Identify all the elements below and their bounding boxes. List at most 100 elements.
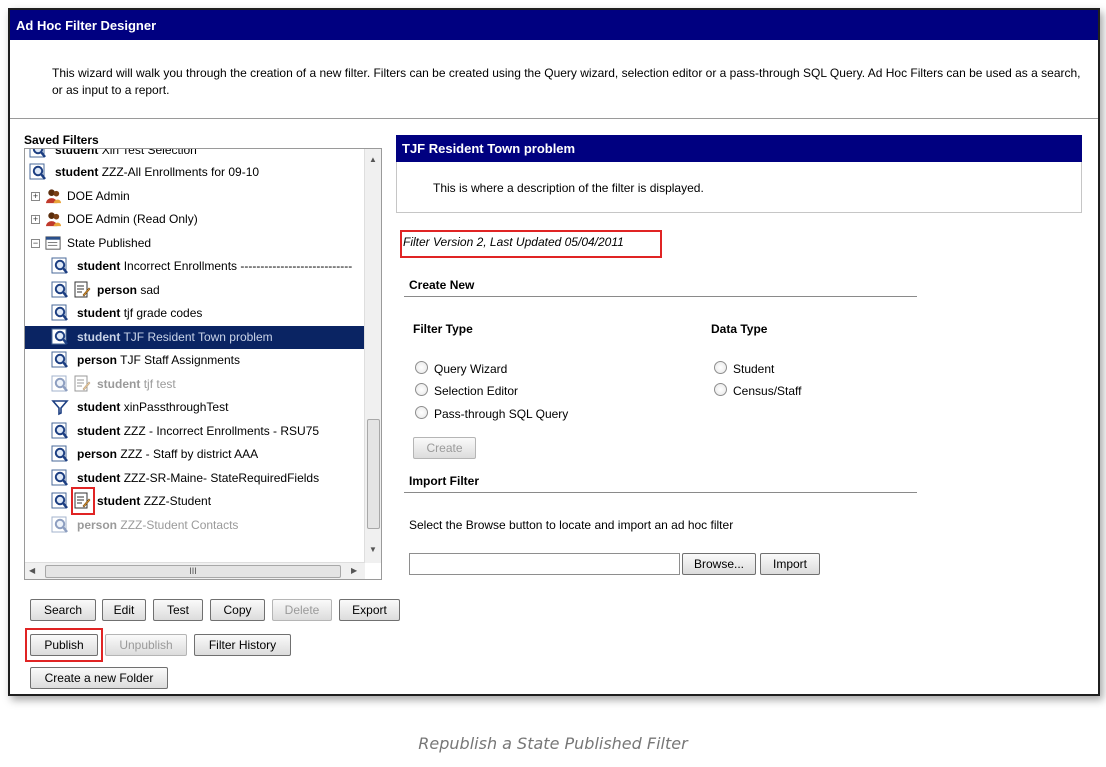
query-wizard-label: Query Wizard: [434, 362, 508, 376]
tree-item[interactable]: student Xin Test Selection: [25, 149, 365, 159]
filter-name-label: ZZZ-Student Contacts: [120, 517, 239, 532]
test-button[interactable]: Test: [153, 599, 203, 621]
query-wizard-icon: [51, 375, 69, 393]
query-wizard-icon: [51, 469, 69, 487]
sql-passthrough-radio[interactable]: [415, 406, 428, 419]
sql-passthrough-filter-icon: [51, 398, 69, 416]
tree-item[interactable]: + DOE Admin (Read Only): [25, 208, 365, 231]
query-wizard-icon: [51, 492, 69, 510]
filter-name-label: DOE Admin: [67, 188, 130, 203]
tree-item[interactable]: person ZZZ - Staff by district AAA: [25, 443, 365, 466]
copy-button[interactable]: Copy: [210, 599, 265, 621]
tree-item[interactable]: student TJF Resident Town problem: [25, 325, 365, 349]
filter-description-box: This is where a description of the filte…: [396, 162, 1082, 213]
horizontal-scroll-thumb[interactable]: III: [45, 565, 341, 578]
scroll-left-arrow-icon[interactable]: ◀: [29, 566, 35, 575]
user-group-folder-icon: [45, 211, 62, 228]
create-new-heading: Create New: [409, 278, 475, 292]
tree-item-label: person sad: [97, 283, 160, 297]
saved-filters-label: Saved Filters: [24, 133, 99, 147]
query-wizard-icon: [51, 257, 69, 275]
filter-name-label: Incorrect Enrollments ------------------…: [123, 259, 353, 273]
query-wizard-icon: [51, 351, 69, 369]
tree-item[interactable]: − State Published: [25, 232, 365, 255]
query-wizard-icon: [51, 445, 69, 463]
filter-name-label: State Published: [67, 235, 152, 250]
tree-item-label: person ZZZ-Student Contacts: [77, 518, 238, 532]
edit-button[interactable]: Edit: [102, 599, 146, 621]
filter-kind-label: student: [77, 259, 121, 273]
filter-kind-label: person: [97, 282, 138, 297]
browse-button[interactable]: Browse...: [682, 553, 756, 575]
student-radio[interactable]: [714, 361, 727, 374]
query-wizard-icon: [51, 304, 69, 322]
census-staff-radio[interactable]: [714, 383, 727, 396]
filter-description: This is where a description of the filte…: [433, 181, 704, 195]
import-button[interactable]: Import: [760, 553, 820, 575]
filter-kind-label: student: [77, 329, 121, 344]
vertical-scroll-thumb[interactable]: [367, 419, 380, 529]
saved-filters-tree[interactable]: student Xin Test Selection student ZZZ-Al…: [24, 148, 382, 580]
unpublish-button[interactable]: Unpublish: [105, 634, 187, 656]
state-published-folder-icon: [45, 235, 62, 252]
tree-item[interactable]: student tjf grade codes: [25, 302, 365, 325]
figure-caption: Republish a State Published Filter: [418, 734, 688, 753]
search-button[interactable]: Search: [30, 599, 96, 621]
filter-kind-label: student: [77, 400, 121, 414]
filter-name-label: DOE Admin (Read Only): [67, 212, 198, 226]
expand-icon[interactable]: +: [31, 215, 40, 224]
tree-item-label: DOE Admin (Read Only): [67, 212, 198, 226]
tree-item-label: student ZZZ - Incorrect Enrollments - RS…: [77, 424, 319, 438]
create-new-folder-button[interactable]: Create a new Folder: [30, 667, 168, 689]
publish-highlight-box: [25, 628, 103, 662]
filter-name-label: xinPassthroughTest: [123, 400, 229, 414]
census-staff-label: Census/Staff: [733, 384, 802, 398]
tree-item-label: student tjf test: [97, 377, 176, 391]
scroll-up-arrow-icon[interactable]: ▲: [369, 155, 377, 164]
tree-item-label: State Published: [67, 236, 151, 250]
tree-item[interactable]: + DOE Admin: [25, 185, 365, 208]
tree-item[interactable]: student Incorrect Enrollments ----------…: [25, 255, 365, 278]
query-wizard-icon: [51, 281, 69, 299]
tree-viewport: student Xin Test Selection student ZZZ-Al…: [25, 149, 365, 563]
tree-item-label: student ZZZ-Student: [97, 494, 211, 508]
divider: [10, 118, 1098, 119]
query-wizard-icon: [51, 328, 69, 346]
filter-name-label: Xin Test Selection: [101, 149, 197, 157]
filter-detail-title: TJF Resident Town problem: [396, 135, 1082, 162]
scroll-down-arrow-icon[interactable]: ▼: [369, 545, 377, 554]
filter-name-label: ZZZ-All Enrollments for 09-10: [101, 165, 260, 179]
tree-item[interactable]: student ZZZ-All Enrollments for 09-10: [25, 161, 365, 184]
selection-editor-icon: [73, 375, 91, 393]
collapse-icon[interactable]: −: [31, 238, 40, 248]
window-title: Ad Hoc Filter Designer: [10, 10, 1098, 40]
filter-name-label: ZZZ-Student: [143, 494, 212, 508]
tree-item[interactable]: person ZZZ-Student Contacts: [25, 514, 365, 537]
tree-item-label: student ZZZ-All Enrollments for 09-10: [55, 165, 259, 179]
filter-name-label: ZZZ - Staff by district AAA: [120, 447, 259, 461]
tree-item-label: person ZZZ - Staff by district AAA: [77, 447, 258, 461]
selection-editor-radio[interactable]: [415, 383, 428, 396]
query-wizard-radio[interactable]: [415, 361, 428, 374]
intro-text: This wizard will walk you through the cr…: [52, 66, 1081, 97]
filter-kind-label: student: [97, 376, 141, 391]
filter-history-button[interactable]: Filter History: [194, 634, 291, 656]
tree-item-label: student ZZZ-SR-Maine- StateRequiredField…: [77, 471, 319, 485]
delete-button[interactable]: Delete: [272, 599, 332, 621]
filter-kind-label: student: [77, 306, 121, 320]
import-file-path-input[interactable]: [409, 553, 680, 575]
expand-icon[interactable]: +: [31, 191, 40, 201]
export-button[interactable]: Export: [339, 599, 400, 621]
create-button[interactable]: Create: [413, 437, 476, 459]
tree-item[interactable]: student tjf test: [25, 373, 365, 396]
tree-item-label: person TJF Staff Assignments: [77, 353, 240, 367]
filter-kind-label: person: [77, 517, 118, 532]
tree-item[interactable]: person TJF Staff Assignments: [25, 349, 365, 372]
vertical-scrollbar[interactable]: ▲ ▼: [364, 149, 381, 563]
horizontal-scrollbar[interactable]: ◀ III ▶: [25, 562, 365, 579]
scroll-right-arrow-icon[interactable]: ▶: [351, 566, 357, 575]
tree-item[interactable]: person sad: [25, 279, 365, 302]
tree-item[interactable]: student xinPassthroughTest: [25, 396, 365, 419]
tree-item[interactable]: student ZZZ - Incorrect Enrollments - RS…: [25, 420, 365, 443]
create-new-divider: [404, 296, 917, 297]
